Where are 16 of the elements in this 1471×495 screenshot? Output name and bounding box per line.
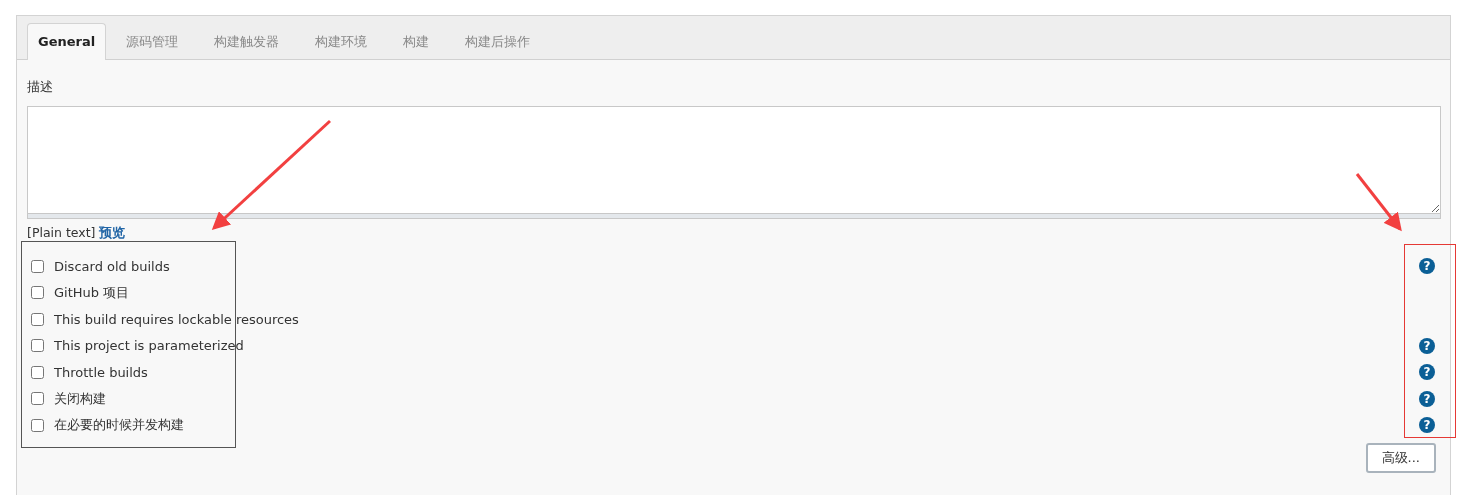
option-label: Throttle builds [54,364,148,380]
format-label: [Plain text] [27,225,96,240]
option-label: This build requires lockable resources [54,311,299,327]
help-button[interactable]: ? [1419,258,1435,275]
advanced-button[interactable]: 高级... [1365,442,1436,473]
tab[interactable]: General [27,23,107,60]
option-label: 在必要的时候并发构建 [54,416,184,435]
help-button[interactable]: ? [1419,417,1435,434]
help-button[interactable]: ? [1419,337,1435,354]
option-label: GitHub 项目 [54,283,130,302]
field-label: 描述 [27,78,54,96]
preview-link[interactable]: 预览 [99,225,126,240]
option-label: 关闭构建 [54,389,106,408]
option-label: Discard old builds [54,258,170,274]
help-button[interactable]: ? [1419,390,1435,407]
help-button[interactable]: ? [1419,364,1435,381]
